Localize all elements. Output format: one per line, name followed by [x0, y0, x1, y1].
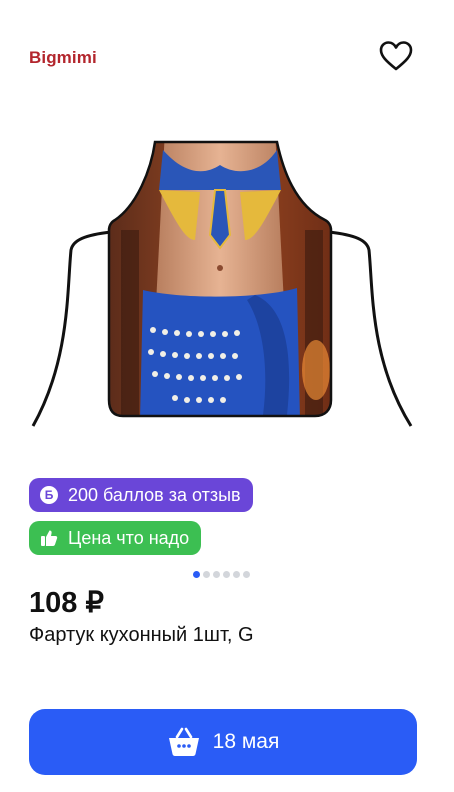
points-b-icon: Б [39, 485, 59, 505]
gallery-dot[interactable] [223, 571, 230, 578]
seller-name[interactable]: Bigmimi [29, 48, 97, 68]
gallery-dot[interactable] [213, 571, 220, 578]
gallery-dot-active[interactable] [193, 571, 200, 578]
product-title[interactable]: Фартук кухонный 1шт, G [29, 624, 254, 647]
price-badge-label: Цена что надо [68, 527, 190, 548]
points-badge-label: 200 баллов за отзыв [68, 484, 241, 505]
delivery-cart-button[interactable]: 18 мая [29, 709, 417, 775]
gallery-dot[interactable] [243, 571, 250, 578]
product-price: 108 ₽ [29, 587, 104, 619]
favorite-button[interactable] [377, 38, 415, 74]
price-badge[interactable]: Цена что надо [29, 521, 202, 555]
gallery-dot[interactable] [203, 571, 210, 578]
points-badge[interactable]: Б 200 баллов за отзыв [29, 478, 253, 512]
delivery-date-label: 18 мая [212, 730, 280, 753]
thumbs-up-icon [39, 528, 59, 548]
gallery-dot[interactable] [233, 571, 240, 578]
heart-icon [379, 41, 413, 71]
gallery-pagination [193, 571, 250, 578]
product-image[interactable] [25, 130, 429, 430]
basket-icon [167, 727, 201, 757]
